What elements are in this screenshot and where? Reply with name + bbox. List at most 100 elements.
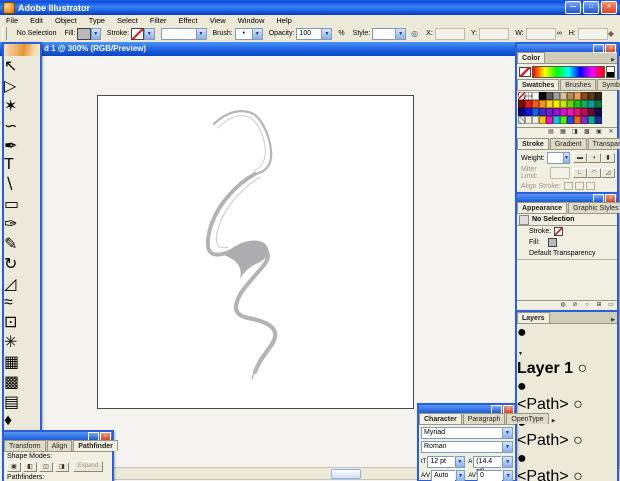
fill-swatch[interactable]	[77, 28, 90, 40]
title-bar[interactable]: Adobe Illustrator — □ ✕	[0, 0, 620, 15]
swatch[interactable]	[546, 108, 553, 116]
show-color-swatches-button[interactable]: ▦	[557, 128, 569, 136]
palette-well-icon[interactable]: ◆	[608, 29, 614, 38]
tab-character[interactable]: Character	[419, 413, 462, 424]
round-cap-button[interactable]: ◖	[587, 153, 601, 163]
swatch[interactable]	[532, 100, 539, 108]
intersect-button[interactable]: ◫	[39, 462, 53, 472]
tab-gradient[interactable]: Gradient	[550, 138, 587, 149]
tab-color[interactable]: Color	[517, 52, 545, 63]
swatch[interactable]	[574, 108, 581, 116]
menu-item[interactable]: Select	[111, 16, 144, 25]
tab-transform[interactable]: Transform	[4, 440, 46, 451]
swatch[interactable]	[532, 92, 539, 100]
new-swatch-button[interactable]: ▣	[593, 128, 605, 136]
paintbrush-tool[interactable]: ✑	[4, 214, 40, 234]
tab-stroke[interactable]: Stroke	[517, 138, 549, 149]
swatch[interactable]	[595, 92, 602, 100]
swatch[interactable]	[581, 116, 588, 124]
swatch[interactable]	[518, 108, 525, 116]
swatch[interactable]	[588, 92, 595, 100]
swatch[interactable]	[574, 116, 581, 124]
tab-layers[interactable]: Layers	[517, 312, 550, 323]
reshape-icon[interactable]: ◎	[411, 29, 418, 38]
weight-field[interactable]	[547, 152, 563, 164]
swatch[interactable]	[567, 116, 574, 124]
selection-tool[interactable]: ↖	[4, 56, 40, 76]
stroke-weight-dropdown-arrow[interactable]: ▼	[196, 28, 207, 40]
layer-row[interactable]: ● <Path> ○	[517, 450, 617, 481]
palette-close-button[interactable]: ✕	[605, 44, 616, 53]
swatch[interactable]	[539, 92, 546, 100]
menu-item[interactable]: Help	[270, 16, 297, 25]
stroke-weight-field[interactable]	[161, 28, 196, 40]
swatch[interactable]	[560, 92, 567, 100]
mesh-tool[interactable]: ▩	[4, 372, 40, 392]
swatch[interactable]	[581, 100, 588, 108]
artboard[interactable]	[97, 95, 414, 409]
collapse-button[interactable]	[593, 44, 604, 53]
font-family-field[interactable]: Myriad	[421, 427, 502, 439]
swatch[interactable]	[560, 116, 567, 124]
lasso-tool[interactable]: ∽	[4, 116, 40, 136]
swatch[interactable]	[553, 100, 560, 108]
swatch[interactable]	[574, 100, 581, 108]
palette-menu-icon[interactable]: ▶	[550, 418, 558, 424]
menu-item[interactable]: View	[204, 16, 232, 25]
tab-symbols[interactable]: Symbols	[597, 79, 620, 90]
target-icon[interactable]: ○	[573, 432, 583, 449]
tab-graphic-styles[interactable]: Graphic Styles	[568, 202, 620, 213]
palette-title-bar[interactable]: ✕	[419, 405, 515, 413]
warp-tool[interactable]: ≈	[4, 294, 40, 312]
eye-icon[interactable]: ●	[517, 378, 617, 396]
minus-front-button[interactable]: ◧	[23, 462, 37, 472]
palette-title-bar[interactable]: ✕	[517, 194, 617, 202]
minimize-button[interactable]: —	[565, 1, 581, 14]
swatch[interactable]	[518, 92, 525, 100]
swatch[interactable]	[595, 108, 602, 116]
swatch[interactable]	[595, 116, 602, 124]
swatch[interactable]	[553, 92, 560, 100]
brush-field[interactable]: •	[235, 28, 252, 40]
miter-join-button[interactable]: ∟	[573, 168, 587, 178]
menu-item[interactable]: Filter	[144, 16, 173, 25]
palette-menu-icon[interactable]: ▶	[609, 317, 617, 323]
layer-row[interactable]: ● <Path> ○	[517, 378, 617, 414]
font-family-dropdown-arrow[interactable]: ▼	[502, 427, 513, 439]
exclude-button[interactable]: ◨	[55, 462, 69, 472]
swatch[interactable]	[518, 116, 525, 124]
swatch[interactable]	[581, 92, 588, 100]
leading-field[interactable]: (14.4 pt)	[473, 456, 501, 468]
eyedropper-tool[interactable]: ♦	[4, 412, 40, 430]
style-dropdown-arrow[interactable]: ▼	[395, 28, 406, 40]
show-all-swatches-button[interactable]: ▤	[545, 128, 557, 136]
layer-row[interactable]: ● ▼ Layer 1 ○	[517, 324, 617, 378]
clear-appearance-button[interactable]: ⊘	[569, 301, 581, 309]
appearance-fill-swatch[interactable]	[548, 238, 557, 247]
tab-transparency[interactable]: Transparency	[588, 138, 620, 149]
font-size-field[interactable]: 12 pt	[427, 456, 453, 468]
swatch[interactable]	[567, 92, 574, 100]
swatch[interactable]	[588, 116, 595, 124]
font-style-field[interactable]: Roman	[421, 441, 502, 453]
stroke-dropdown-arrow[interactable]: ▼	[144, 28, 154, 40]
swatch[interactable]	[525, 100, 532, 108]
swatch[interactable]	[574, 92, 581, 100]
leading-dropdown-arrow[interactable]: ▼	[502, 456, 513, 468]
tab-align[interactable]: Align	[47, 440, 73, 451]
swatch[interactable]	[525, 116, 532, 124]
graph-tool[interactable]: ▦	[4, 352, 40, 372]
opacity-dropdown-arrow[interactable]: ▼	[321, 28, 332, 40]
eye-icon[interactable]: ●	[517, 450, 617, 468]
bevel-join-button[interactable]: ◿	[601, 168, 615, 178]
pencil-tool[interactable]: ✎	[4, 234, 40, 254]
swatch[interactable]	[553, 116, 560, 124]
target-icon[interactable]: ○	[578, 360, 588, 377]
fill-dropdown-arrow[interactable]: ▼	[91, 28, 101, 40]
menu-item[interactable]: File	[0, 16, 24, 25]
duplicate-item-button[interactable]: ⊞	[593, 301, 605, 309]
target-icon[interactable]: ○	[573, 396, 583, 413]
menu-item[interactable]: Object	[49, 16, 83, 25]
font-style-dropdown-arrow[interactable]: ▼	[502, 441, 513, 453]
palette-title-bar[interactable]: ✕	[4, 432, 112, 440]
